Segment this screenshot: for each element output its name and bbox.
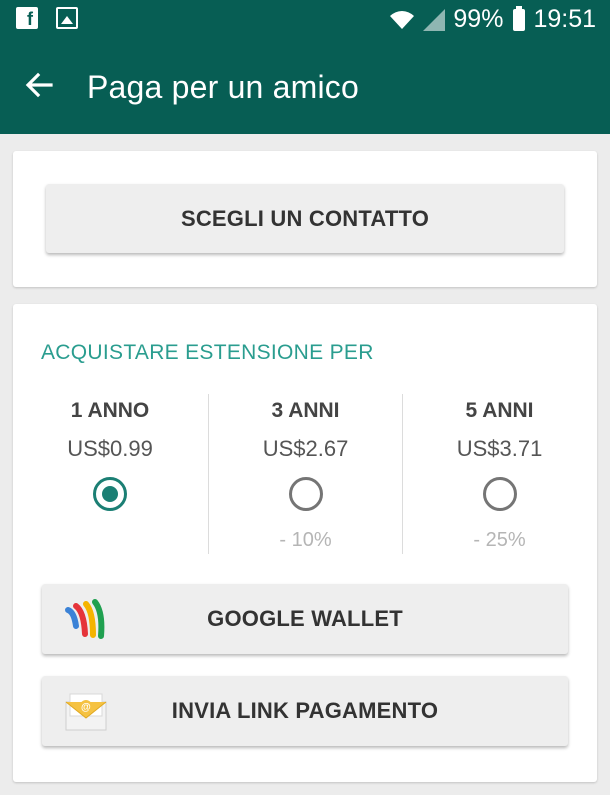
option-price: US$2.67 [262,436,349,461]
radio-5-years[interactable] [482,477,517,511]
google-wallet-button[interactable]: GOOGLE WALLET [42,584,568,654]
app-bar: Paga per un amico [0,38,610,134]
email-icon: @ [65,693,107,731]
battery-percent: 99% [453,5,504,33]
section-title: ACQUISTARE ESTENSIONE PER [41,341,374,364]
radio-1-year[interactable] [93,477,127,511]
option-discount: - 25% [473,529,526,551]
svg-text:@: @ [81,702,91,713]
option-3-years[interactable]: 3 ANNI US$2.67 - 10% [208,394,402,554]
wifi-icon [390,10,415,29]
clock: 19:51 [533,5,596,33]
battery-icon [513,5,526,31]
contact-card: SCEGLI UN CONTATTO [13,151,597,287]
option-1-year[interactable]: 1 ANNO US$0.99 [13,394,207,554]
option-discount: - 10% [279,529,332,551]
signal-icon [423,8,446,31]
send-link-label: INVIA LINK PAGAMENTO [171,698,439,723]
gallery-icon [56,7,78,29]
status-bar: f 99% 19:51 [0,0,610,38]
facebook-icon: f [16,7,38,29]
google-wallet-icon [65,599,105,639]
page-title: Paga per un amico [87,69,360,105]
choose-contact-button[interactable]: SCEGLI UN CONTATTO [46,184,564,253]
purchase-card: ACQUISTARE ESTENSIONE PER 1 ANNO US$0.99… [13,304,597,782]
option-label: 5 ANNI [465,399,534,422]
option-5-years[interactable]: 5 ANNI US$3.71 - 25% [402,394,596,554]
option-label: 3 ANNI [271,399,340,422]
google-wallet-label: GOOGLE WALLET [207,606,403,631]
radio-3-years[interactable] [288,477,323,511]
option-label: 1 ANNO [70,399,150,422]
arrow-left-icon[interactable] [24,70,54,100]
send-payment-link-button[interactable]: @ INVIA LINK PAGAMENTO [42,676,568,746]
option-price: US$0.99 [67,436,153,461]
option-price: US$3.71 [456,436,543,461]
